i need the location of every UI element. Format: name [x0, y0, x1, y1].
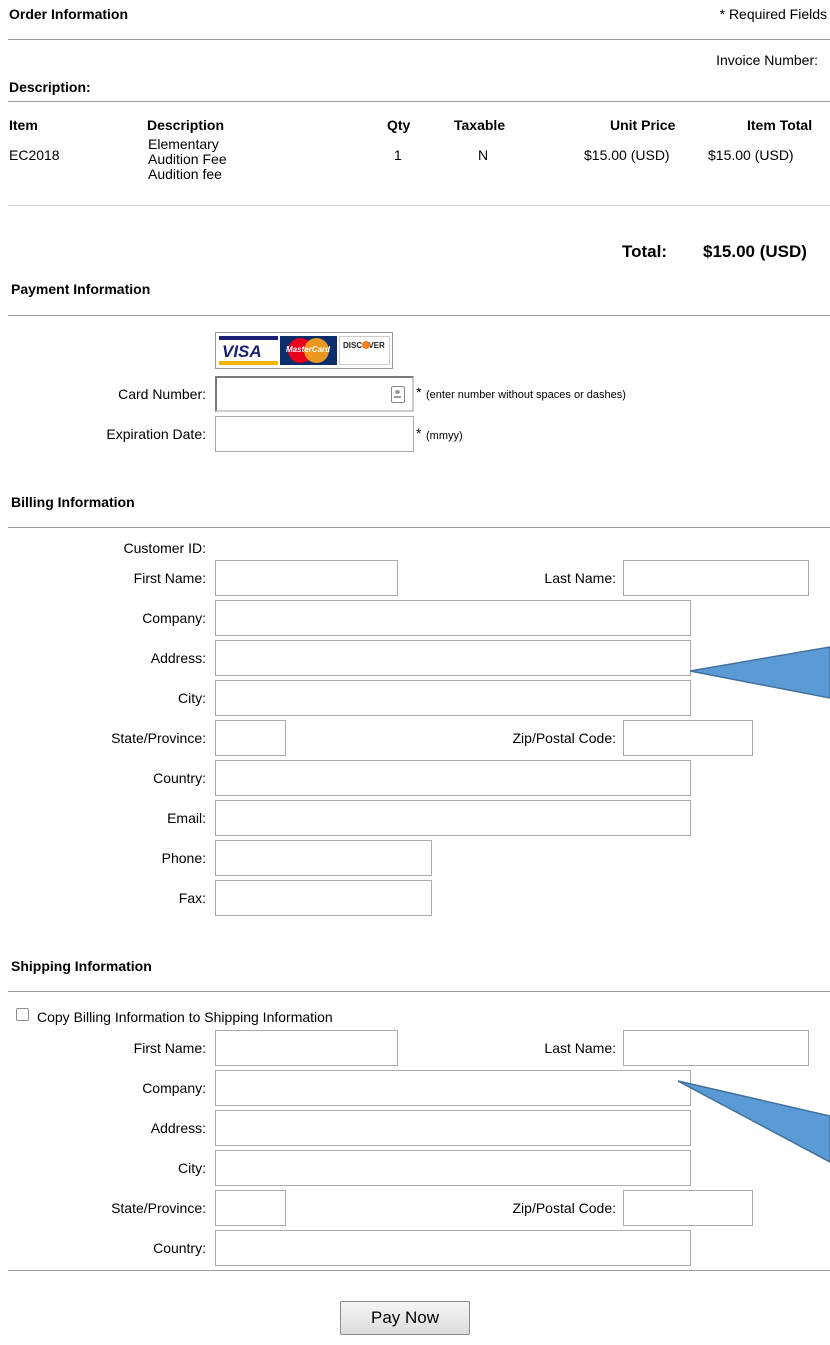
expiration-date-input[interactable]: [215, 416, 414, 452]
callout-arrow-billing: [690, 646, 830, 699]
card-number-hint: (enter number without spaces or dashes): [426, 389, 626, 401]
callout-arrow-shape: [690, 646, 830, 699]
billing-first-name-label: First Name:: [133, 570, 206, 586]
visa-logo-text: VISA: [222, 342, 262, 361]
billing-fax-input[interactable]: [215, 880, 432, 916]
shipping-zip-label: Zip/Postal Code:: [512, 1200, 617, 1216]
shipping-company-label: Company:: [142, 1080, 206, 1096]
mastercard-logo: MasterCard: [280, 336, 337, 365]
expiration-date-label: Expiration Date:: [106, 426, 206, 442]
required-asterisk: *: [416, 425, 422, 441]
shipping-first-name-input[interactable]: [215, 1030, 398, 1066]
item-qty: 1: [394, 147, 402, 163]
payment-section-title: Payment Information: [11, 281, 151, 297]
column-header-description: Description: [147, 117, 225, 133]
callout-arrow-shape: [678, 1080, 830, 1163]
billing-city-label: City:: [178, 690, 206, 706]
billing-last-name-label: Last Name:: [544, 570, 616, 586]
copy-billing-checkbox[interactable]: [16, 1008, 29, 1021]
shipping-country-input[interactable]: [215, 1230, 691, 1266]
shipping-last-name-input[interactable]: [623, 1030, 809, 1066]
mastercard-logo-text: MasterCard: [286, 345, 331, 354]
shipping-zip-input[interactable]: [623, 1190, 753, 1226]
billing-phone-label: Phone:: [161, 850, 206, 866]
item-description: Elementary Audition Fee Audition fee: [148, 137, 227, 182]
column-header-unit-price: Unit Price: [610, 117, 676, 133]
column-header-item: Item: [9, 117, 38, 133]
billing-phone-input[interactable]: [215, 840, 432, 876]
shipping-address-input[interactable]: [215, 1110, 691, 1146]
billing-state-input[interactable]: [215, 720, 286, 756]
shipping-state-input[interactable]: [215, 1190, 286, 1226]
divider: [8, 315, 830, 316]
shipping-company-input[interactable]: [215, 1070, 691, 1106]
column-header-qty: Qty: [387, 117, 411, 133]
billing-last-name-input[interactable]: [623, 560, 809, 596]
divider: [8, 1270, 830, 1271]
billing-state-label: State/Province:: [111, 730, 206, 746]
total-label: Total:: [622, 242, 668, 261]
accepted-cards-logo: VISA MasterCard DISCOVER: [215, 332, 393, 369]
billing-zip-label: Zip/Postal Code:: [512, 730, 617, 746]
billing-company-label: Company:: [142, 610, 206, 626]
billing-first-name-input[interactable]: [215, 560, 398, 596]
shipping-city-label: City:: [178, 1160, 206, 1176]
copy-billing-label[interactable]: Copy Billing Information to Shipping Inf…: [37, 1009, 333, 1025]
pay-now-button[interactable]: Pay Now: [340, 1301, 470, 1335]
divider: [8, 527, 830, 528]
billing-city-input[interactable]: [215, 680, 691, 716]
required-fields-note: * Required Fields: [719, 6, 827, 22]
billing-fax-label: Fax:: [178, 890, 206, 906]
item-description-line: Audition Fee: [148, 151, 227, 167]
shipping-section-title: Shipping Information: [11, 958, 152, 974]
billing-country-label: Country:: [153, 770, 206, 786]
visa-logo: VISA: [219, 336, 278, 365]
column-header-item-total: Item Total: [747, 117, 813, 133]
shipping-last-name-label: Last Name:: [544, 1040, 616, 1056]
billing-section-title: Billing Information: [11, 494, 135, 510]
card-number-label: Card Number:: [118, 386, 206, 402]
required-asterisk: *: [416, 384, 422, 400]
customer-id-label: Customer ID:: [123, 540, 206, 556]
discover-logo: DISCOVER: [339, 336, 390, 365]
callout-arrow-shipping: [678, 1080, 830, 1163]
invoice-number-label: Invoice Number:: [716, 52, 818, 68]
shipping-city-input[interactable]: [215, 1150, 691, 1186]
divider: [8, 991, 830, 992]
shipping-country-label: Country:: [153, 1240, 206, 1256]
description-label: Description:: [9, 79, 91, 95]
total-value: $15.00 (USD): [703, 242, 807, 261]
expiration-date-hint: (mmyy): [426, 430, 463, 442]
card-number-input[interactable]: [215, 376, 414, 412]
column-header-taxable: Taxable: [454, 117, 506, 133]
billing-country-input[interactable]: [215, 760, 691, 796]
autofill-card-icon[interactable]: [391, 386, 405, 403]
order-section-title: Order Information: [9, 6, 129, 22]
item-total: $15.00 (USD): [708, 147, 794, 163]
shipping-first-name-label: First Name:: [133, 1040, 206, 1056]
item-description-line: Audition fee: [148, 166, 222, 182]
item-code: EC2018: [9, 147, 60, 163]
divider: [8, 39, 830, 40]
shipping-state-label: State/Province:: [111, 1200, 206, 1216]
billing-company-input[interactable]: [215, 600, 691, 636]
billing-email-label: Email:: [167, 810, 206, 826]
item-unit-price: $15.00 (USD): [584, 147, 670, 163]
billing-zip-input[interactable]: [623, 720, 753, 756]
billing-email-input[interactable]: [215, 800, 691, 836]
billing-address-input[interactable]: [215, 640, 691, 676]
billing-address-label: Address:: [150, 650, 206, 666]
item-description-line: Elementary: [148, 136, 219, 152]
shipping-address-label: Address:: [150, 1120, 206, 1136]
item-taxable: N: [478, 147, 489, 163]
divider: [8, 101, 830, 102]
divider: [8, 205, 830, 206]
